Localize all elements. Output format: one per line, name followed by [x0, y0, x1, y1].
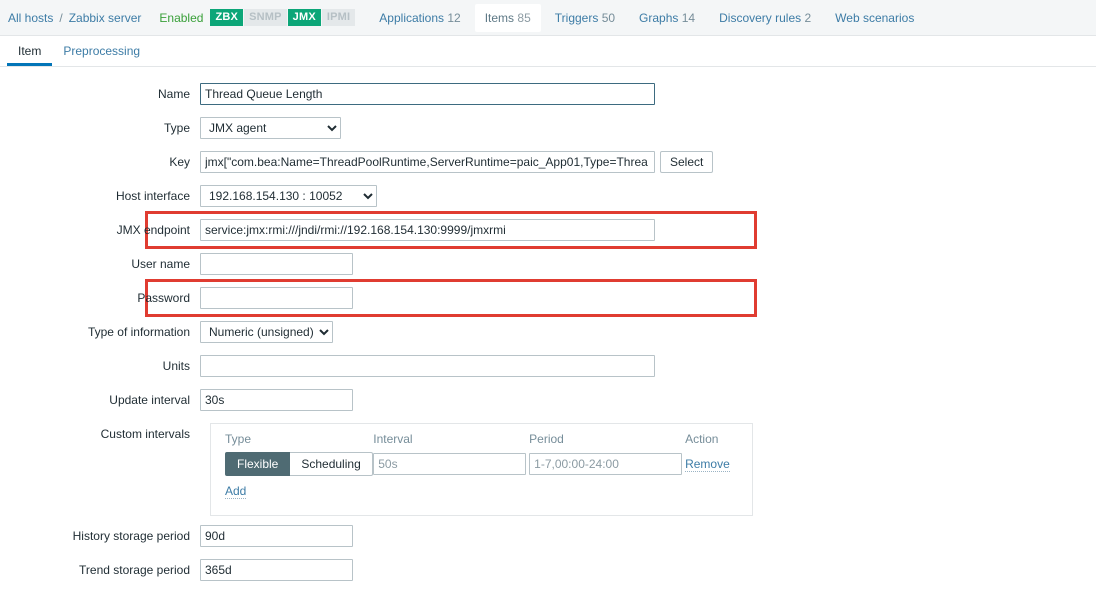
host-interface-select[interactable]: 192.168.154.130 : 10052 [200, 185, 377, 207]
field-row-password: Password [0, 287, 353, 311]
tab-preprocessing[interactable]: Preprocessing [52, 44, 151, 66]
nav-tab-triggers[interactable]: Triggers 50 [545, 4, 625, 32]
column-header-action: Action [685, 432, 719, 446]
custom-intervals-header-row: Type Interval Period Action [211, 424, 752, 452]
custom-intervals-add-row: Add [211, 476, 752, 508]
nav-tab-applications-count: 12 [447, 10, 461, 25]
nav-tab-discovery-rules-count: 2 [804, 10, 812, 25]
tab-item[interactable]: Item [7, 44, 52, 66]
nav-tab-items-count: 85 [517, 10, 531, 25]
nav-tab-triggers-count: 50 [601, 10, 616, 25]
column-header-type: Type [225, 432, 252, 446]
interval-cell [373, 453, 529, 475]
form-tab-strip: Item Preprocessing [0, 36, 1096, 67]
host-interface-badges: ZBX SNMP JMX IPMI [210, 9, 367, 26]
field-row-user-name: User name [0, 253, 353, 277]
field-row-name: Name [0, 83, 655, 107]
period-cell [529, 453, 685, 475]
interval-type-scheduling-button[interactable]: Scheduling [290, 452, 373, 476]
item-configuration-form: Name Type JMX agent Key Select Host inte… [0, 67, 1096, 591]
column-header-period: Period [529, 432, 564, 446]
custom-intervals-table: Type Interval Period Action Flexible Sch… [210, 423, 753, 516]
nav-tab-graphs[interactable]: Graphs 14 [629, 4, 705, 32]
field-row-update-interval: Update interval [0, 389, 353, 413]
field-row-trend-storage-period: Trend storage period [0, 559, 353, 583]
nav-tab-discovery-rules[interactable]: Discovery rules 2 [709, 4, 821, 32]
badge-zbx: ZBX [210, 9, 244, 26]
field-row-type-of-information: Type of information Numeric (unsigned) [0, 321, 333, 345]
host-navigation-bar: All hosts / Zabbix server Enabled ZBX SN… [0, 0, 1096, 36]
field-row-type: Type JMX agent [0, 117, 341, 141]
nav-tab-graphs-label: Graphs [639, 10, 679, 25]
label-key: Key [169, 155, 190, 169]
field-row-history-storage-period: History storage period [0, 525, 353, 549]
key-input[interactable] [200, 151, 655, 173]
label-history-storage-period: History storage period [72, 529, 190, 543]
custom-intervals-row: Flexible Scheduling Remove [211, 452, 752, 476]
name-input[interactable] [200, 83, 655, 105]
label-update-interval: Update interval [109, 393, 190, 407]
label-host-interface: Host interface [115, 189, 190, 203]
nav-tab-items-label: Items [484, 10, 515, 25]
field-row-host-interface: Host interface 192.168.154.130 : 10052 [0, 185, 377, 209]
label-password: Password [137, 291, 190, 305]
history-storage-period-input[interactable] [200, 525, 353, 547]
field-row-key: Key Select [0, 151, 714, 175]
update-interval-input[interactable] [200, 389, 353, 411]
action-cell: Remove [685, 457, 752, 472]
nav-tab-applications-label: Applications [379, 10, 445, 25]
nav-tab-items[interactable]: Items 85 [474, 3, 541, 32]
nav-tab-discovery-rules-label: Discovery rules [719, 10, 802, 25]
units-input[interactable] [200, 355, 655, 377]
label-name: Name [157, 87, 190, 101]
remove-interval-link[interactable]: Remove [685, 457, 730, 472]
label-custom-intervals: Custom intervals [100, 427, 190, 441]
badge-ipmi: IPMI [321, 9, 356, 26]
breadcrumb-separator: / [59, 10, 63, 25]
field-row-jmx-endpoint: JMX endpoint [0, 219, 655, 243]
host-status-badge[interactable]: Enabled [145, 11, 210, 25]
user-name-input[interactable] [200, 253, 353, 275]
nav-tab-graphs-count: 14 [681, 10, 696, 25]
period-input[interactable] [529, 453, 683, 475]
badge-snmp: SNMP [244, 9, 287, 26]
label-trend-storage-period: Trend storage period [79, 563, 190, 577]
password-input[interactable] [200, 287, 353, 309]
label-user-name: User name [131, 257, 190, 271]
breadcrumb-all-hosts-link[interactable]: All hosts [4, 11, 57, 25]
nav-tab-triggers-label: Triggers [554, 10, 599, 25]
type-select[interactable]: JMX agent [200, 117, 341, 139]
label-type-of-information: Type of information [87, 325, 190, 339]
type-of-information-select[interactable]: Numeric (unsigned) [200, 321, 333, 343]
add-interval-link[interactable]: Add [225, 484, 247, 499]
field-row-units: Units [0, 355, 655, 379]
interval-input[interactable] [373, 453, 527, 475]
label-type: Type [163, 121, 190, 135]
label-jmx-endpoint: JMX endpoint [116, 223, 190, 237]
label-units: Units [162, 359, 190, 373]
column-header-interval: Interval [373, 432, 413, 446]
breadcrumb-host-name-link[interactable]: Zabbix server [65, 11, 146, 25]
interval-type-flexible-button[interactable]: Flexible [225, 452, 291, 476]
nav-tab-web-scenarios-label: Web scenarios [835, 10, 915, 25]
interval-type-toggle: Flexible Scheduling [225, 452, 373, 476]
badge-jmx: JMX [287, 9, 321, 26]
field-row-custom-intervals: Custom intervals [0, 423, 200, 445]
trend-storage-period-input[interactable] [200, 559, 353, 581]
jmx-endpoint-input[interactable] [200, 219, 655, 241]
nav-tab-applications[interactable]: Applications 12 [369, 4, 470, 32]
nav-tab-web-scenarios[interactable]: Web scenarios [825, 4, 924, 32]
key-select-button[interactable]: Select [660, 151, 714, 173]
